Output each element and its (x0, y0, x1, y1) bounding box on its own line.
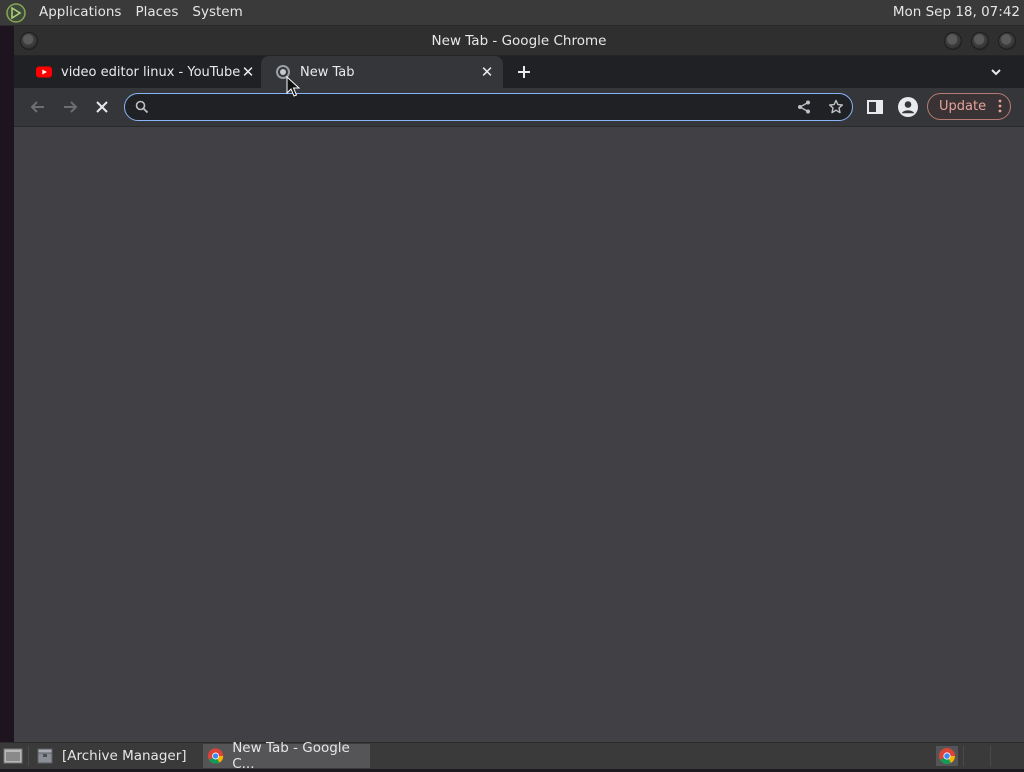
menu-system[interactable]: System (185, 0, 249, 25)
tab-search-chevron-icon[interactable] (986, 62, 1006, 82)
taskbar: [Archive Manager] New Tab - Google C... (0, 740, 1024, 772)
chrome-window: New Tab - Google Chrome video editor lin… (14, 26, 1024, 742)
window-titlebar[interactable]: New Tab - Google Chrome (14, 26, 1024, 56)
maximize-button[interactable] (971, 32, 989, 50)
new-tab-button[interactable] (514, 62, 534, 82)
address-bar[interactable] (124, 93, 853, 121)
taskbar-item-chrome[interactable]: New Tab - Google C... (203, 740, 370, 772)
close-tab-icon[interactable]: ✕ (479, 64, 495, 80)
stop-loading-icon[interactable] (91, 96, 113, 118)
side-panel-icon[interactable] (865, 97, 885, 117)
page-content[interactable] (14, 127, 1024, 742)
search-icon (135, 100, 149, 114)
archive-manager-icon (37, 748, 53, 764)
bookmark-star-icon[interactable] (828, 99, 844, 115)
taskbar-item-label: New Tab - Google C... (232, 740, 350, 772)
distro-logo-icon[interactable] (6, 2, 26, 23)
close-window-button[interactable] (998, 32, 1016, 50)
plus-icon (518, 66, 530, 78)
kebab-menu-icon[interactable] (998, 99, 1002, 113)
tab-title: video editor linux - YouTube (61, 64, 241, 80)
minimize-button[interactable] (944, 32, 962, 50)
menu-places[interactable]: Places (128, 0, 185, 25)
mouse-cursor-icon (286, 76, 300, 97)
desktop-background (0, 26, 14, 742)
profile-avatar-icon[interactable] (897, 96, 919, 118)
address-input[interactable] (155, 96, 759, 120)
tab-title: New Tab (300, 64, 355, 80)
chrome-icon (939, 748, 955, 764)
menu-applications[interactable]: Applications (32, 0, 128, 25)
back-arrow-icon[interactable] (27, 96, 49, 118)
top-panel: Applications Places System Mon Sep 18, 0… (0, 0, 1024, 26)
browser-toolbar: Update (14, 88, 1024, 127)
update-label: Update (939, 99, 987, 114)
taskbar-item-archive-manager[interactable]: [Archive Manager] (36, 744, 196, 768)
taskbar-item-label: [Archive Manager] (62, 748, 187, 764)
tray-chrome-button[interactable] (936, 746, 958, 766)
window-title: New Tab - Google Chrome (431, 33, 607, 49)
forward-arrow-icon[interactable] (59, 96, 81, 118)
tab-youtube[interactable]: video editor linux - YouTube ✕ (14, 56, 260, 88)
tab-strip: video editor linux - YouTube ✕ New Tab ✕ (14, 56, 1024, 88)
chrome-icon (207, 748, 224, 764)
youtube-icon (36, 66, 52, 78)
update-button[interactable]: Update (927, 93, 1011, 120)
clock[interactable]: Mon Sep 18, 07:42 (893, 0, 1020, 25)
show-desktop-icon[interactable] (3, 747, 23, 765)
share-icon[interactable] (796, 99, 812, 115)
close-tab-icon[interactable]: ✕ (240, 64, 256, 80)
